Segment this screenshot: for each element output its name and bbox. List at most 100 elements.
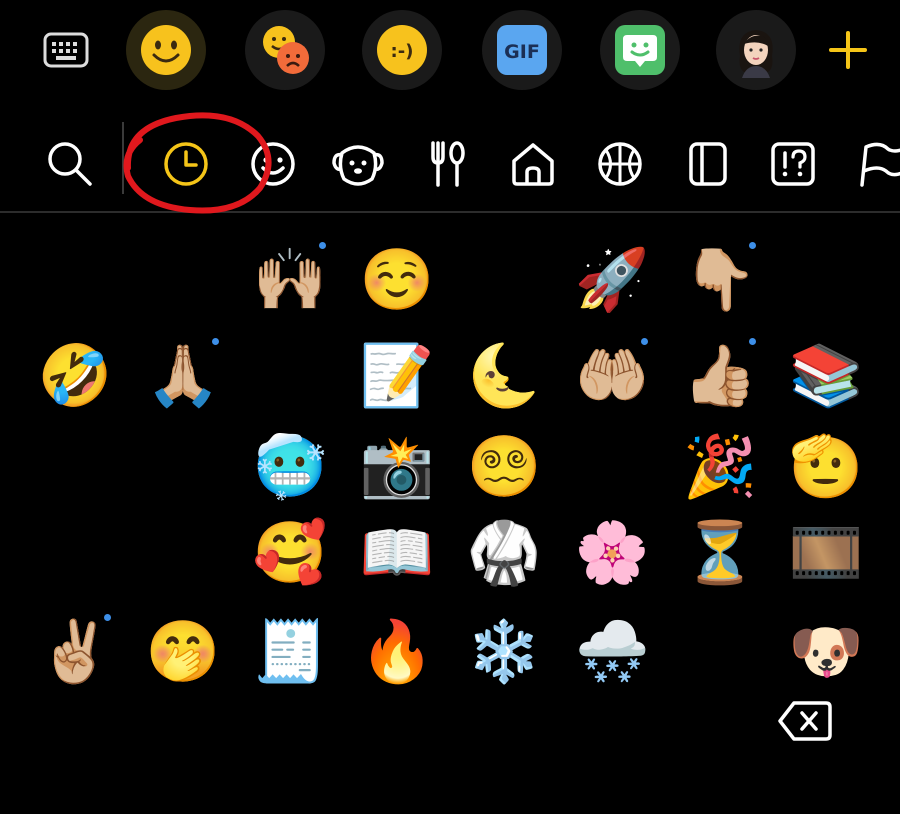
emoji-glyph: 🌨️ <box>574 617 650 687</box>
emoji-glyph: 🔥 <box>359 617 435 687</box>
emoji-key[interactable]: 😵‍💫 <box>464 427 544 507</box>
flags-icon <box>860 142 900 187</box>
emoji-key[interactable]: 🚀 <box>572 240 652 320</box>
emoji-glyph: 😃 <box>43 245 107 315</box>
emoticon-tab[interactable]: :-) <box>362 10 442 90</box>
emoji-key[interactable]: 🐶 <box>786 612 866 692</box>
emoji-glyph: 👍🏼 <box>682 341 758 411</box>
emoji-key[interactable]: 🤣 <box>35 336 115 416</box>
emoji-key[interactable]: 🤭 <box>143 612 223 692</box>
emoji-key[interactable]: 😁 <box>35 513 115 593</box>
gif-tab[interactable]: GIF <box>482 10 562 90</box>
emoji-key[interactable]: 🎞️ <box>786 513 866 593</box>
sticker-tab-icon <box>263 26 309 74</box>
emoji-key[interactable]: 🌜 <box>464 336 544 416</box>
smileys-icon <box>251 142 295 186</box>
emoji-glyph: 😅 <box>794 245 858 315</box>
emoji-glyph: 🤲🏼 <box>574 341 650 411</box>
emoji-key[interactable]: 😃 <box>35 240 115 320</box>
emoji-glyph: 📝 <box>359 341 435 411</box>
emoji-key[interactable]: 🥰 <box>250 513 330 593</box>
skin-tone-indicator <box>212 338 219 345</box>
recent-icon <box>164 142 208 186</box>
emoji-key[interactable]: 🔥 <box>357 612 437 692</box>
emoji-glyph: 😀 <box>258 341 322 411</box>
emoji-key[interactable]: ❄️ <box>464 612 544 692</box>
add-button[interactable] <box>808 10 888 90</box>
emoji-key[interactable]: 🤲🏼 <box>572 336 652 416</box>
sticker-tab[interactable] <box>245 10 325 90</box>
emoji-key[interactable]: 📚 <box>786 336 866 416</box>
emoji-key[interactable]: 🥶 <box>250 427 330 507</box>
category-animals[interactable] <box>330 136 386 192</box>
emoji-key[interactable]: 👍🏼 <box>680 336 760 416</box>
emoji-key[interactable]: 😂 <box>143 240 223 320</box>
emoji-key[interactable]: 🌸 <box>572 513 652 593</box>
skin-tone-indicator <box>641 338 648 345</box>
avatar-tab[interactable] <box>716 10 796 90</box>
emoji-glyph: 🎞️ <box>788 518 864 588</box>
avatar-tab-icon <box>739 30 773 78</box>
emoji-key[interactable]: 🫡 <box>786 427 866 507</box>
category-search[interactable] <box>42 136 98 192</box>
emoji-key[interactable]: 🥋 <box>464 513 544 593</box>
emoji-key[interactable]: 😊 <box>572 427 652 507</box>
category-activities[interactable] <box>592 136 648 192</box>
emoji-key[interactable]: 🌨️ <box>572 612 652 692</box>
emoji-key[interactable]: 😆 <box>143 513 223 593</box>
emoji-tab-icon <box>141 25 191 75</box>
skin-tone-indicator <box>319 242 326 249</box>
emoji-glyph: 🌜 <box>466 341 542 411</box>
emoji-key[interactable]: 😅 <box>786 240 866 320</box>
objects-icon <box>689 142 727 186</box>
emoji-glyph: 🥶 <box>252 432 328 502</box>
emoji-key[interactable]: 📝 <box>357 336 437 416</box>
emoji-key[interactable]: ✌🏼 <box>35 612 115 692</box>
category-flags[interactable] <box>852 136 900 192</box>
emoji-glyph: ❄️ <box>466 617 542 687</box>
add-icon <box>829 31 867 69</box>
emoji-key[interactable]: 😮 <box>680 612 760 692</box>
backspace-button[interactable] <box>778 700 832 742</box>
travel-icon <box>512 143 554 186</box>
emoji-key[interactable]: 😱 <box>35 427 115 507</box>
emoji-glyph: 🌸 <box>574 518 650 588</box>
search-icon <box>48 142 92 186</box>
emoji-glyph: 📸 <box>359 432 435 502</box>
emoji-key[interactable]: 🙏🏼 <box>143 336 223 416</box>
skin-tone-indicator <box>749 338 756 345</box>
emoji-key[interactable]: 😄 <box>143 427 223 507</box>
emoji-key[interactable]: ⏳ <box>680 513 760 593</box>
emoji-glyph: 😂 <box>147 245 219 315</box>
emoji-glyph: 🐶 <box>788 617 864 687</box>
emoji-key[interactable]: 😍 <box>464 240 544 320</box>
emoji-key[interactable]: 📖 <box>357 513 437 593</box>
bitmoji-tab-icon <box>615 25 665 75</box>
category-travel[interactable] <box>505 136 561 192</box>
category-objects[interactable] <box>680 136 736 192</box>
bitmoji-tab[interactable] <box>600 10 680 90</box>
emoji-glyph: 📚 <box>788 341 864 411</box>
category-smileys[interactable] <box>245 136 301 192</box>
category-food[interactable] <box>418 136 474 192</box>
emoji-key[interactable]: 👇🏼 <box>680 240 760 320</box>
emoji-key[interactable]: 😀 <box>250 336 330 416</box>
category-symbols[interactable] <box>765 136 821 192</box>
emoji-tab[interactable] <box>126 10 206 90</box>
emoji-glyph: 😆 <box>151 518 215 588</box>
svg-text:GIF: GIF <box>504 41 540 63</box>
category-recent[interactable] <box>158 136 214 192</box>
emoji-glyph: 🚀 <box>574 245 650 315</box>
emoji-key[interactable]: 🙌🏼 <box>250 240 330 320</box>
emoji-glyph: 🧾 <box>252 617 328 687</box>
keyboard-button[interactable] <box>26 10 106 90</box>
skin-tone-indicator <box>104 614 111 621</box>
emoji-key[interactable]: 🎉 <box>680 427 760 507</box>
emoji-key[interactable]: 📸 <box>357 427 437 507</box>
emoji-key[interactable]: 🧾 <box>250 612 330 692</box>
backspace-icon <box>778 701 832 741</box>
emoji-glyph: 😁 <box>43 518 107 588</box>
emoji-key[interactable]: ☺️ <box>357 240 437 320</box>
emoji-glyph: 🙌🏼 <box>252 245 328 315</box>
food-icon <box>431 141 465 187</box>
